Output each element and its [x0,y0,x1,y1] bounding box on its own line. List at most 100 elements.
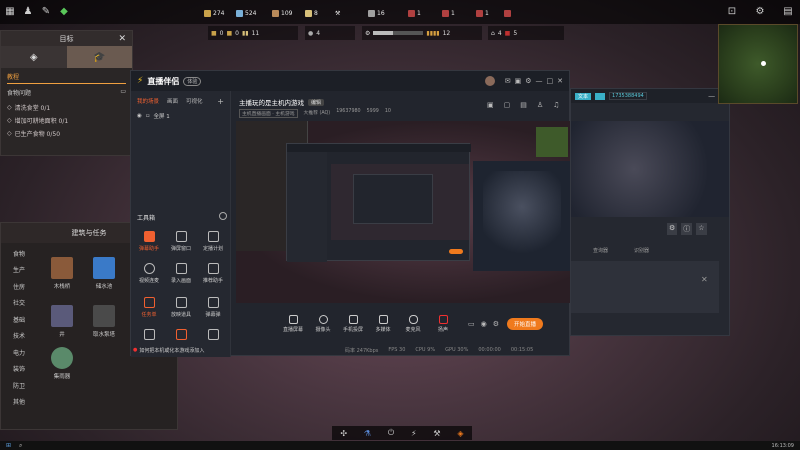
layout-icon[interactable]: ▣ [487,101,494,109]
tool-props[interactable]: 放映道具 [167,297,195,327]
minimap[interactable] [718,24,798,104]
speaker-icon [438,315,448,324]
stream-preview[interactable] [236,121,571,303]
category-item[interactable]: 社交 [3,295,37,312]
tool-schedule[interactable]: 定播计划 [199,231,227,261]
user-icon[interactable]: ♙ [537,101,543,109]
category-item[interactable]: 其他 [3,394,37,411]
avatar[interactable] [484,76,495,86]
btn-phone-cast[interactable]: 手机投屏 [338,315,368,333]
maximize-icon[interactable]: □ [547,77,554,85]
category-item[interactable]: 住房 [3,278,37,295]
tool-more[interactable] [199,329,227,343]
minimize-icon[interactable]: — [708,92,715,100]
shield-icon[interactable]: ◆ [58,6,70,18]
tab-my-scene[interactable]: 我的场景 [137,97,159,106]
btn-speaker[interactable]: 扬声 [428,315,458,333]
stat-count: 10 [384,109,391,114]
edit-badge[interactable]: 编辑 [308,98,325,106]
stream-bottom-toolbar: 直播屏幕 摄像头 手机投屏 多媒体 麦克风 扬声 ▭ ◉ ⚙ 开始直播 [232,311,570,337]
star-icon[interactable]: ☆ [696,223,707,235]
tool-record[interactable]: 录入画面 [167,263,195,293]
mail-icon[interactable]: ✉ [505,77,511,85]
category-item[interactable]: 技术 [3,328,37,345]
source-item[interactable]: ◉ ▫ 全屏 1 [131,108,230,124]
tool-task-list[interactable]: 任务单 [135,297,163,327]
btn-media[interactable]: 多媒体 [368,315,398,333]
task-item[interactable]: ◇ 清洗食堂 0/1 [1,101,132,114]
hammer-icon[interactable]: ⚒ [433,429,440,438]
category-item[interactable]: 基础 [3,311,37,328]
build-item-rain-collector[interactable]: 集雨器 [45,347,79,391]
gear-icon[interactable]: ⚙ [754,6,766,18]
copy-icon[interactable]: ▤ [520,101,527,109]
console-tab-2[interactable] [595,92,606,100]
console-tab[interactable]: 文本 [575,92,592,100]
tab-canvas[interactable]: 画面 [167,97,178,106]
search-icon[interactable]: ⌕ [19,442,22,450]
tab-visual[interactable]: 可视化 [186,97,203,106]
power-icon[interactable]: ⏻ [388,428,394,438]
screenshot-icon[interactable]: ⊡ [726,6,738,18]
power-icon: ⚙ [365,29,371,37]
category-item[interactable]: 生产 [3,262,37,279]
task-item[interactable]: ◇ 已生产食物 0/50 [1,127,132,140]
wind-icon[interactable]: ✣ [340,429,347,438]
category-item[interactable]: 装饰 [3,361,37,378]
eye-icon[interactable]: ◉ [481,320,487,328]
os-taskbar: ⊞ ⌕ 16:13:09 [0,441,800,450]
tool-popup[interactable]: 弹屏窗口 [167,231,195,261]
tool-recommend[interactable]: 推荐助手 [199,263,227,293]
tool-new[interactable] [167,329,195,343]
tool-danmaku[interactable]: 弹幕助手 [135,231,163,261]
build-item-well[interactable]: 井 [45,305,79,349]
stream-category[interactable]: 主机直播画面 · 主机游戏 [239,109,298,118]
windows-icon[interactable]: ⊞ [6,442,11,449]
app-badge[interactable]: 体验 [183,76,202,86]
toolbox-settings-icon[interactable] [219,212,227,220]
pencil-icon[interactable]: ✎ [40,6,52,18]
btn-screen[interactable]: 直播屏幕 [278,315,308,333]
toolbox-title: 工具箱 [137,215,156,222]
flask-icon[interactable]: ⚗ [364,429,371,438]
tool-danmaku-bomb[interactable]: 弹幕弹 [199,297,227,327]
lock-icon[interactable]: ▢ [504,101,511,109]
add-icon[interactable]: + [217,97,224,106]
tab-tasks[interactable]: ◈ [1,46,67,68]
build-item-pump-tower[interactable]: 取水泵塔 [87,305,121,349]
build-item-water-tank[interactable]: 储水池 [87,257,121,301]
category-item[interactable]: 食物 [3,245,37,262]
settings-icon[interactable]: ⚙ [525,77,531,85]
minimize-icon[interactable]: — [536,77,543,85]
close-icon[interactable]: ✕ [557,77,563,85]
build-item-bridge[interactable]: 木栈桥 [45,257,79,301]
tool-assistant[interactable] [135,329,163,343]
tab-education[interactable]: 🎓 [66,46,132,68]
bell-icon[interactable]: ♫ [553,101,559,109]
bolt-icon[interactable]: ⚡ [411,429,417,438]
menu-icon[interactable]: ▦ [4,6,16,18]
tool-video-link[interactable]: 视频连麦 [135,263,163,293]
btn-microphone[interactable]: 麦克风 [398,315,428,333]
gift-icon[interactable]: ▣ [515,77,522,85]
close-icon[interactable]: ✕ [701,275,708,284]
graduation-cap-icon: 🎓 [93,51,106,63]
console-dropdown[interactable]: 1735388494 [609,92,647,100]
goal-subsection[interactable]: 食物问题 ▭ [1,84,132,101]
monitor-icon [288,315,298,324]
diamond-icon[interactable]: ◈ [457,429,463,438]
btn-camera[interactable]: 摄像头 [308,315,338,333]
start-stream-button[interactable]: 开始直播 [507,318,544,330]
task-item[interactable]: ◇ 增加可耕地面积 0/1 [1,114,132,127]
video-icon[interactable]: ▭ [468,320,475,328]
person-icon[interactable]: ♟ [22,6,34,18]
notice-banner[interactable]: ● 如何把本机或化本游戏添加入 [133,347,204,354]
gear-icon[interactable]: ⚙ [667,223,678,235]
category-item[interactable]: 电力 [3,344,37,361]
info-icon[interactable]: ⓘ [681,223,693,235]
gear-icon[interactable]: ⚙ [493,320,499,328]
clock[interactable]: 16:13:09 [772,443,794,449]
grid-icon[interactable]: ▤ [782,6,794,18]
close-icon[interactable]: ✕ [118,34,126,44]
category-item[interactable]: 防卫 [3,377,37,394]
